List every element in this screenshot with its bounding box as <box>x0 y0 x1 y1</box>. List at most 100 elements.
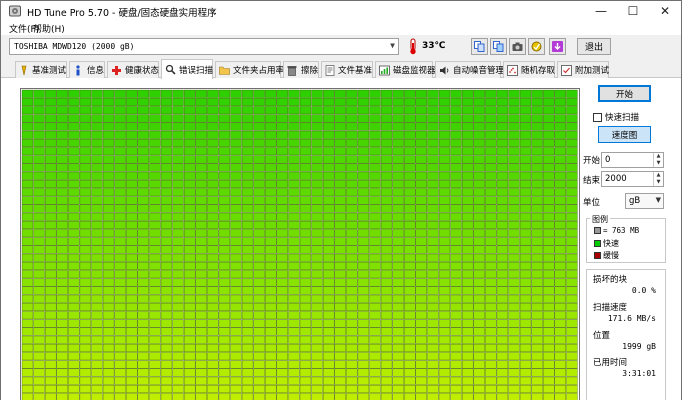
scan-block <box>369 180 381 188</box>
scan-block <box>299 319 312 328</box>
scan-block <box>519 139 532 147</box>
spin-arrows-icon[interactable]: ▲ ▼ <box>653 153 663 167</box>
scan-block <box>195 122 207 131</box>
tab-random-access[interactable]: 随机存取 <box>503 61 555 78</box>
scan-block <box>311 229 323 238</box>
scan-block <box>473 106 485 115</box>
scan-block <box>218 262 231 270</box>
quick-scan-box[interactable] <box>593 112 602 122</box>
tab-erase[interactable]: 擦除 <box>283 61 319 78</box>
scan-block <box>149 147 161 156</box>
scan-block <box>33 245 45 254</box>
tab-disk-monitor[interactable]: 磁盘监视器 <box>375 61 436 78</box>
tab-folder-usage[interactable]: 文件夹占用率 <box>215 61 284 78</box>
tab-benchmark[interactable]: 基准测试 <box>15 61 67 78</box>
speed-map-button[interactable]: 速度图 <box>598 126 651 143</box>
start-spinbox[interactable]: 0 ▲ ▼ <box>601 152 664 168</box>
scan-block <box>543 155 555 164</box>
scan-block <box>450 229 462 238</box>
scan-block <box>265 163 277 172</box>
scan-block <box>79 212 92 221</box>
end-spinbox[interactable]: 2000 ▲ ▼ <box>601 171 664 187</box>
scan-block <box>392 319 404 328</box>
scan-block <box>473 114 485 123</box>
health-button[interactable] <box>528 38 545 55</box>
scan-block <box>33 89 45 98</box>
scan-block <box>392 89 404 98</box>
scan-block <box>149 114 161 123</box>
scan-block <box>427 221 439 229</box>
tab-extra-tests[interactable]: 附加测试 <box>557 61 609 78</box>
scan-block <box>415 319 427 328</box>
scan-block <box>438 122 451 131</box>
scan-block <box>137 196 149 205</box>
scan-block <box>149 139 161 147</box>
scan-block <box>241 171 254 180</box>
tab-file-benchmark[interactable]: 文件基准 <box>321 61 373 78</box>
scan-block <box>44 344 57 352</box>
scan-block <box>566 270 578 279</box>
scan-block <box>79 352 92 361</box>
scan-block <box>427 327 439 336</box>
scan-block <box>485 360 497 369</box>
scan-block <box>531 352 543 361</box>
scan-block <box>230 360 242 369</box>
tab-info[interactable]: 信息 <box>69 61 105 78</box>
tab-label: 基准测试 <box>32 66 67 76</box>
scan-block <box>392 278 404 287</box>
unit-select[interactable]: gB ▼ <box>625 193 664 209</box>
screenshot-button[interactable] <box>509 38 526 55</box>
scan-block <box>79 237 92 246</box>
scan-block <box>21 106 34 115</box>
close-button[interactable]: ✕ <box>649 1 681 21</box>
maximize-button[interactable]: ☐ <box>617 1 649 21</box>
minimize-button[interactable]: — <box>585 1 617 21</box>
scan-block <box>299 344 312 352</box>
tab-noise-management[interactable]: 自动噪音管理 <box>435 61 504 78</box>
scan-block <box>357 106 370 115</box>
scan-block <box>265 114 277 123</box>
scan-block <box>91 360 103 369</box>
scan-block <box>346 139 358 147</box>
drive-select[interactable]: TOSHIBA MDWD120 (2000 gB) ▼ <box>9 38 399 55</box>
scan-block <box>519 106 532 115</box>
scan-block <box>450 237 462 246</box>
scan-block <box>346 89 358 98</box>
scan-block <box>91 303 103 311</box>
scan-block <box>334 286 346 295</box>
tab-health[interactable]: 健康状态 <box>107 61 159 78</box>
scan-block <box>276 130 288 139</box>
menu-help[interactable]: 帮助(H) <box>33 22 65 35</box>
scan-block <box>496 147 509 156</box>
copy-image-button[interactable] <box>490 38 507 55</box>
exit-button[interactable]: 退出 <box>577 38 611 55</box>
scan-block <box>450 89 462 98</box>
scan-block <box>241 204 254 213</box>
scan-block <box>438 163 451 172</box>
scan-block <box>531 106 543 115</box>
scan-block <box>137 385 149 393</box>
scan-block <box>91 319 103 328</box>
scan-block <box>195 163 207 172</box>
download-button[interactable] <box>549 38 566 55</box>
quick-scan-checkbox[interactable]: 快速扫描 <box>593 111 639 123</box>
scan-block <box>346 319 358 328</box>
start-scan-button[interactable]: 开始 <box>598 85 651 102</box>
scan-block <box>427 311 439 320</box>
tab-error-scan[interactable]: 错误扫描 <box>161 59 213 79</box>
copy-text-button[interactable] <box>471 38 488 55</box>
scan-block <box>33 229 45 238</box>
scan-block <box>554 188 566 197</box>
scan-block <box>299 278 312 287</box>
scan-block <box>543 212 555 221</box>
scan-block <box>160 139 173 147</box>
scan-block <box>207 278 219 287</box>
scan-block <box>160 237 173 246</box>
scan-block <box>322 89 335 98</box>
spin-arrows-icon[interactable]: ▲ ▼ <box>653 172 663 186</box>
scan-block <box>427 278 439 287</box>
trash-icon <box>287 65 298 76</box>
scan-block <box>415 180 427 188</box>
scan-block <box>496 114 509 123</box>
health-icon <box>531 41 542 52</box>
